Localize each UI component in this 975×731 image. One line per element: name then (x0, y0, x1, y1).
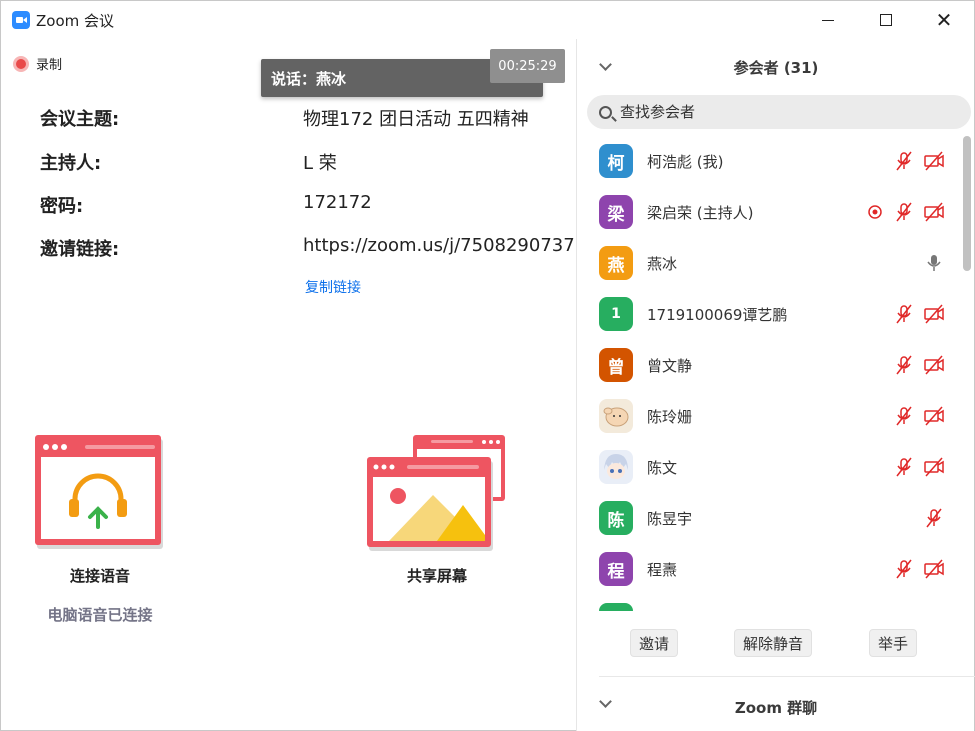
participant-name: 柯浩彪 (我) (647, 153, 724, 171)
chat-header[interactable]: Zoom 群聊 (577, 687, 975, 727)
invite-link-value: https://zoom.us/j/7508290737 (303, 235, 575, 256)
host-label: 主持人: (40, 153, 102, 174)
title-bar: Zoom 会议 ✕ (1, 1, 974, 39)
participant-name: 1719100069谭艺鹏 (647, 306, 788, 324)
minimize-icon (822, 19, 834, 21)
scrollbar-thumb[interactable] (963, 136, 971, 271)
close-icon: ✕ (935, 8, 953, 32)
host-value: L 荣 (303, 153, 337, 174)
mic-muted-icon[interactable] (893, 456, 915, 478)
participant-list-scrollbar[interactable] (963, 136, 971, 611)
video-off-icon[interactable] (923, 150, 945, 172)
participant-actions: 邀请 解除静音 举手 (577, 629, 975, 659)
video-off-icon[interactable] (923, 558, 945, 580)
connect-audio-label: 连接语音 (69, 567, 130, 585)
recording-indicator[interactable]: 录制 (13, 54, 62, 73)
participant-row[interactable]: 曾 曾文静 (577, 340, 962, 390)
record-icon (13, 55, 29, 72)
participant-name: 陈昱宇 (647, 510, 693, 528)
share-screen-label: 共享屏幕 (406, 567, 467, 585)
mic-active-icon[interactable] (923, 252, 945, 274)
close-button[interactable]: ✕ (915, 1, 973, 39)
share-screen-icon (367, 435, 505, 551)
chevron-down-icon[interactable] (599, 695, 612, 708)
participant-name: 燕冰 (647, 255, 678, 273)
raise-hand-button[interactable]: 举手 (869, 629, 918, 657)
meeting-timer: 00:25:29 (490, 49, 565, 83)
zoom-window: Zoom 会议 ✕ 录制 说话：燕冰 00:25:29 会议主题: 物理172 … (0, 0, 975, 731)
minimize-button[interactable] (799, 1, 857, 39)
password-label: 密码: (40, 196, 84, 217)
copy-link-button[interactable]: 复制链接 (305, 277, 361, 297)
participant-row[interactable]: 陈玲姗 (577, 391, 962, 441)
video-off-icon[interactable] (923, 405, 945, 427)
participant-name: 陈玲姗 (647, 408, 693, 426)
video-off-icon[interactable] (923, 303, 945, 325)
cartoon-hand-avatar (599, 399, 633, 433)
audio-status-label: 电脑语音已连接 (47, 606, 153, 624)
recording-label: 录制 (36, 58, 63, 73)
avatar: 1 (599, 297, 633, 331)
chevron-down-icon[interactable] (599, 58, 612, 71)
mic-muted-icon[interactable] (893, 201, 915, 223)
share-screen-button[interactable]: 共享屏幕 (367, 435, 507, 586)
mic-muted-icon[interactable] (893, 558, 915, 580)
participant-row[interactable]: 1 1719100069谭艺鹏 (577, 289, 962, 339)
search-icon (599, 105, 612, 119)
avatar: 柯 (599, 144, 633, 178)
participant-name: 程燾 (647, 561, 678, 579)
participant-name: 梁启荣 (主持人) (647, 204, 754, 222)
participant-row[interactable]: 柯 柯浩彪 (我) (577, 136, 962, 186)
avatar: 曾 (599, 348, 633, 382)
avatar: 燕 (599, 246, 633, 280)
participant-search-input[interactable] (620, 103, 940, 121)
participant-row[interactable]: 程 程燾 (577, 544, 962, 594)
topic-label: 会议主题: (40, 109, 120, 130)
video-off-icon[interactable] (923, 201, 945, 223)
maximize-button[interactable] (857, 1, 915, 39)
password-value: 172172 (303, 192, 372, 213)
video-off-icon[interactable] (923, 456, 945, 478)
connect-audio-button[interactable]: 连接语音 电脑语音已连接 (35, 435, 165, 625)
window-title: Zoom 会议 (36, 12, 115, 30)
avatar: 陈 (599, 501, 633, 535)
participant-search[interactable] (587, 95, 971, 129)
video-off-icon[interactable] (923, 354, 945, 376)
participants-header[interactable]: 参会者 (31) (577, 39, 975, 95)
avatar: 程 (599, 552, 633, 586)
mic-muted-icon[interactable] (893, 354, 915, 376)
mic-muted-icon[interactable] (893, 150, 915, 172)
participant-row[interactable]: 梁 梁启荣 (主持人) (577, 187, 962, 237)
panel-divider (599, 676, 975, 677)
anime-character-avatar (599, 450, 633, 484)
avatar (599, 603, 633, 611)
participant-name: 曾文静 (647, 357, 693, 375)
invite-button[interactable]: 邀请 (630, 629, 679, 657)
topic-value: 物理172 团日活动 五四精神 (303, 109, 529, 130)
participant-row[interactable] (577, 595, 962, 611)
participant-name: 陈文 (647, 459, 678, 477)
headphones-icon (35, 435, 163, 549)
recording-icon (868, 205, 882, 219)
mic-muted-icon[interactable] (893, 405, 915, 427)
participant-row[interactable]: 陈 陈昱宇 (577, 493, 962, 543)
maximize-icon (880, 14, 892, 26)
participants-title: 参会者 (31) (733, 58, 819, 77)
avatar: 梁 (599, 195, 633, 229)
meeting-main-pane: 录制 说话：燕冰 00:25:29 会议主题: 物理172 团日活动 五四精神 … (1, 39, 576, 731)
chat-title: Zoom 群聊 (734, 698, 818, 717)
participant-list: 柯 柯浩彪 (我) 梁 梁启荣 (主持人) 燕 燕冰 1 1719100069谭… (577, 136, 962, 611)
invite-link-label: 邀请链接: (40, 239, 120, 260)
mic-muted-icon[interactable] (893, 303, 915, 325)
participant-row[interactable]: 陈文 (577, 442, 962, 492)
participants-panel: 参会者 (31) 柯 柯浩彪 (我) 梁 梁启荣 (主持人) (576, 39, 975, 731)
zoom-logo-icon (12, 11, 30, 29)
mic-muted-icon[interactable] (923, 507, 945, 529)
participant-row[interactable]: 燕 燕冰 (577, 238, 962, 288)
unmute-all-button[interactable]: 解除静音 (734, 629, 813, 657)
